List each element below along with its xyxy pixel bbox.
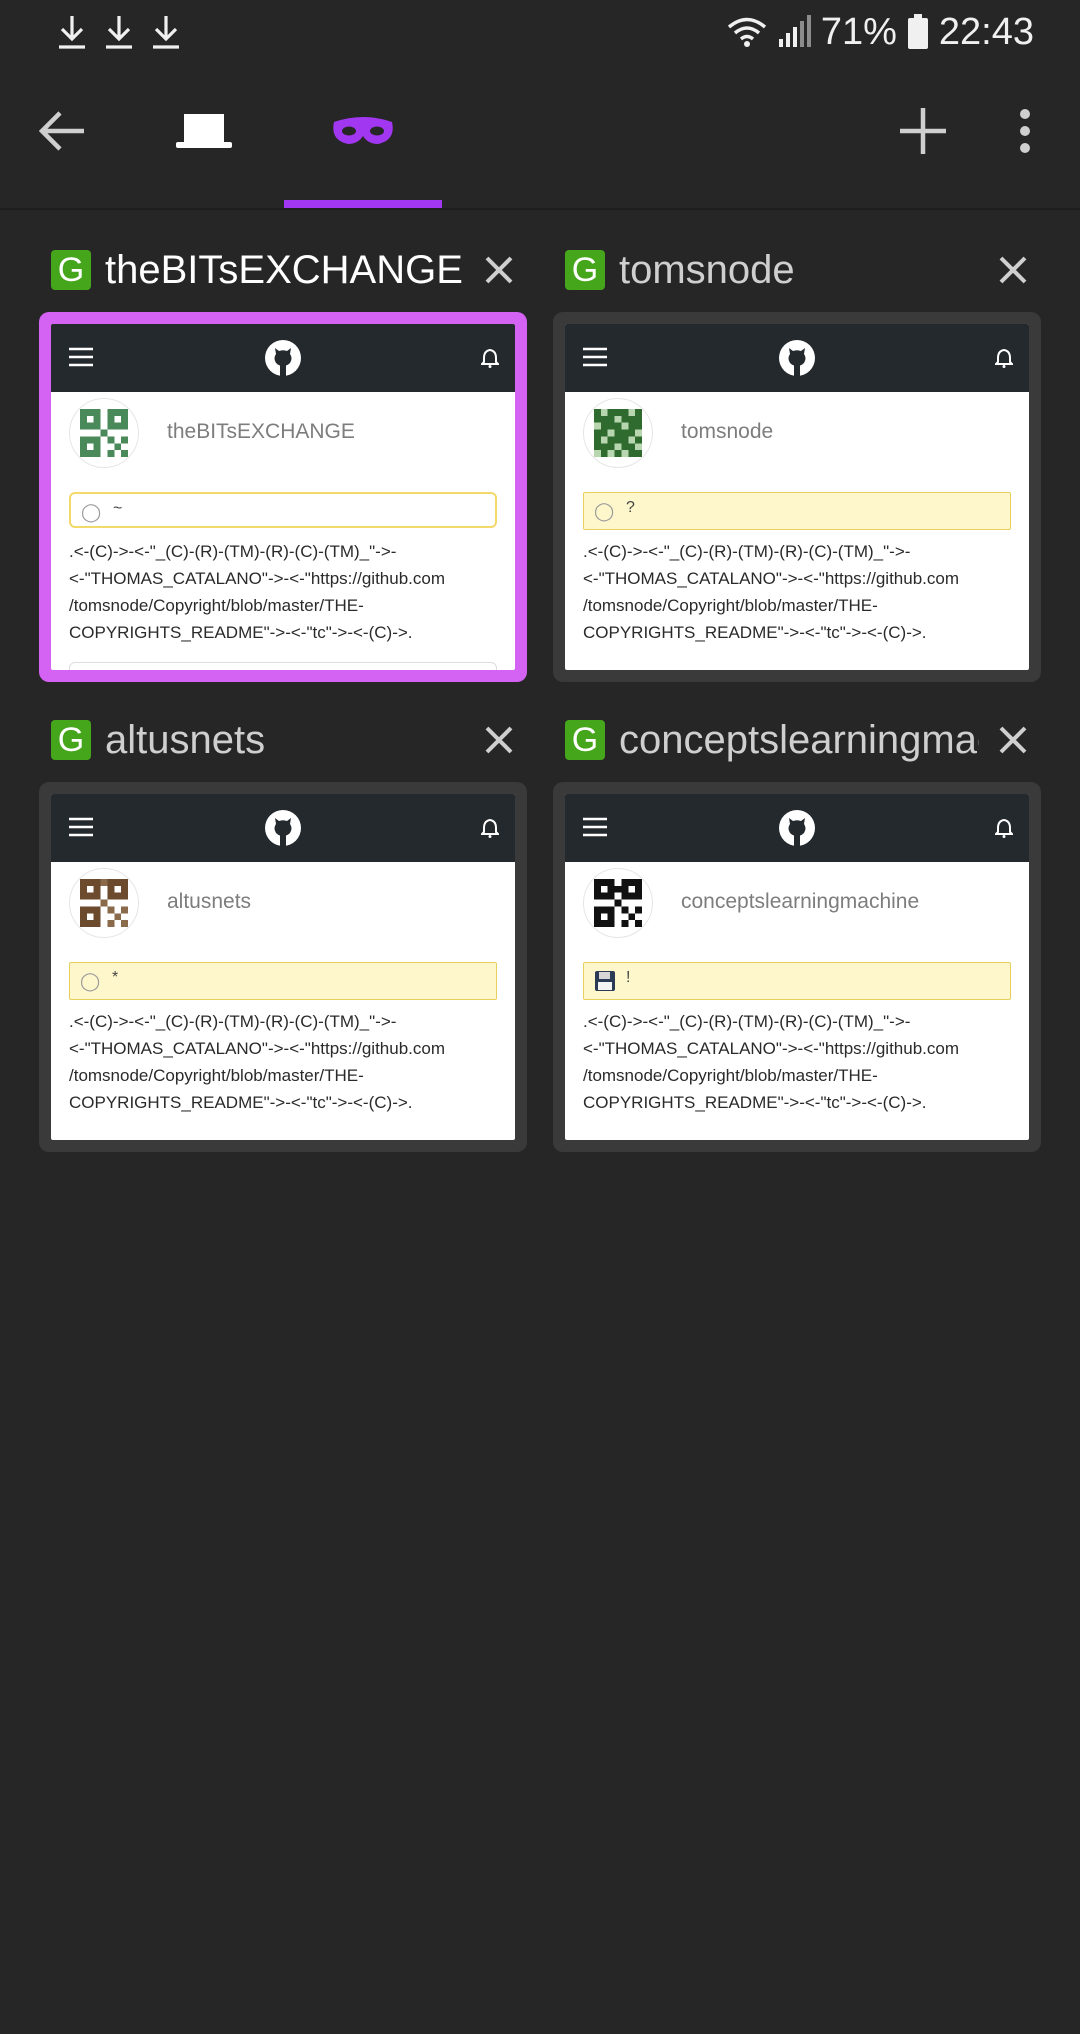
- profile-username: tomsnode: [681, 420, 774, 443]
- user-status-box: ◯ *: [69, 962, 497, 1000]
- qr-avatar-icon: [80, 409, 128, 457]
- profile-username: conceptslearningmachine: [681, 890, 920, 913]
- github-header: [565, 794, 1029, 862]
- tab-card-header: G conceptslearningmachine: [553, 700, 1041, 772]
- download-icon: [106, 16, 132, 49]
- back-button[interactable]: [30, 98, 96, 164]
- normal-tabs-button[interactable]: [164, 98, 244, 164]
- profile-bio: .<-(C)->-<-"_(C)-(R)-(TM)-(R)-(C)-(TM)_"…: [69, 1012, 446, 1112]
- github-logo-icon: [779, 810, 815, 846]
- hamburger-menu-icon: [69, 817, 93, 837]
- cell-signal-icon: [778, 15, 811, 47]
- private-tabs-mask-icon: [333, 117, 393, 144]
- favicon: G: [51, 250, 91, 290]
- wifi-icon: [727, 17, 766, 47]
- overflow-menu-button[interactable]: [1000, 98, 1050, 164]
- tab-thumbnail: conceptslearningmachine ! .<-(C)->-<-"_(…: [565, 794, 1029, 1140]
- tab-title: theBITsEXCHANGE: [105, 248, 463, 292]
- github-logo-icon: [265, 810, 301, 846]
- user-status-box: !: [583, 962, 1011, 1000]
- new-tab-plus-icon: [900, 108, 946, 154]
- qr-avatar-icon: [594, 879, 642, 927]
- close-tab-button[interactable]: [477, 718, 521, 762]
- notification-bell-icon: [481, 348, 499, 368]
- profile-username: theBITsEXCHANGE: [167, 420, 355, 443]
- status-text: ~: [113, 500, 123, 517]
- status-text: ?: [626, 499, 635, 516]
- favicon: G: [565, 250, 605, 290]
- hamburger-menu-icon: [69, 347, 93, 367]
- tab-card[interactable]: G altusnets altusnets ◯ * .<-(C)->-<-"_(…: [39, 700, 527, 1170]
- close-icon: [485, 726, 513, 754]
- avatar: [69, 868, 139, 938]
- close-tab-button[interactable]: [477, 248, 521, 292]
- status-emoji-icon: ◯: [594, 501, 615, 521]
- tab-thumbnail: theBITsEXCHANGE ◯ ~ .<-(C)->-<-"_(C)-(R)…: [51, 324, 515, 670]
- close-icon: [999, 256, 1027, 284]
- tab-thumbnail-frame[interactable]: theBITsEXCHANGE ◯ ~ .<-(C)->-<-"_(C)-(R)…: [39, 312, 527, 682]
- github-header: [51, 794, 515, 862]
- tab-card[interactable]: G tomsnode tomsnode ◯ ? .<-(C)->-<-"_(C)…: [553, 230, 1041, 700]
- favicon: G: [51, 720, 91, 760]
- profile-bio: .<-(C)->-<-"_(C)-(R)-(TM)-(R)-(C)-(TM)_"…: [69, 542, 446, 642]
- avatar: [583, 868, 653, 938]
- tab-thumbnail-frame[interactable]: tomsnode ◯ ? .<-(C)->-<-"_(C)-(R)-(TM)-(…: [553, 312, 1041, 682]
- battery-percent: 71%: [820, 10, 897, 53]
- qr-avatar-icon: [80, 879, 128, 927]
- tab-title: conceptslearningmachine: [619, 718, 979, 762]
- favicon: G: [565, 720, 605, 760]
- close-icon: [999, 726, 1027, 754]
- notification-bell-icon: [995, 348, 1013, 368]
- download-icon: [153, 16, 179, 49]
- profile-username: altusnets: [167, 890, 252, 913]
- battery-icon: [907, 14, 928, 49]
- github-logo-icon: [779, 340, 815, 376]
- back-arrow-icon: [38, 111, 84, 151]
- new-tab-button[interactable]: [890, 98, 956, 164]
- notification-bell-icon: [481, 818, 499, 838]
- tab-thumbnail: tomsnode ◯ ? .<-(C)->-<-"_(C)-(R)-(TM)-(…: [565, 324, 1029, 670]
- github-logo-icon: [265, 340, 301, 376]
- toolbar-divider: [0, 208, 1080, 210]
- profile-bio: .<-(C)->-<-"_(C)-(R)-(TM)-(R)-(C)-(TM)_"…: [583, 542, 960, 642]
- tab-thumbnail-frame[interactable]: altusnets ◯ * .<-(C)->-<-"_(C)-(R)-(TM)-…: [39, 782, 527, 1152]
- private-tabs-button[interactable]: [312, 98, 414, 164]
- avatar: [583, 398, 653, 468]
- close-icon: [485, 256, 513, 284]
- tab-card-header: G altusnets: [39, 700, 527, 772]
- close-tab-button[interactable]: [991, 718, 1035, 762]
- status-bar: 71% 22:43: [0, 0, 1080, 64]
- avatar: [69, 398, 139, 468]
- status-emoji-icon: ◯: [81, 502, 102, 522]
- user-status-box: ◯ ~: [69, 492, 497, 528]
- overflow-menu-icon: [1020, 109, 1030, 153]
- tab-card-header: G theBITsEXCHANGE: [39, 230, 527, 302]
- download-icon: [59, 16, 85, 49]
- tab-card[interactable]: G conceptslearningmachine conceptslearni…: [553, 700, 1041, 1170]
- floppy-disk-icon: [595, 971, 615, 991]
- status-text: !: [626, 969, 631, 986]
- github-header: [51, 324, 515, 392]
- qr-avatar-icon: [594, 409, 642, 457]
- tab-card-header: G tomsnode: [553, 230, 1041, 302]
- profile-bio: .<-(C)->-<-"_(C)-(R)-(TM)-(R)-(C)-(TM)_"…: [583, 1012, 960, 1112]
- normal-tabs-icon: [176, 114, 232, 148]
- tab-switcher-toolbar: [0, 64, 1080, 208]
- close-tab-button[interactable]: [991, 248, 1035, 292]
- status-text: *: [112, 969, 119, 986]
- hamburger-menu-icon: [583, 347, 607, 367]
- clock: 22:43: [938, 10, 1034, 53]
- notification-bell-icon: [995, 818, 1013, 838]
- tab-card[interactable]: G theBITsEXCHANGE theBITsEXCHANGE ◯ ~ .<…: [39, 230, 527, 700]
- user-status-box: ◯ ?: [583, 492, 1011, 530]
- tab-title: tomsnode: [619, 248, 795, 292]
- tab-thumbnail-frame[interactable]: conceptslearningmachine ! .<-(C)->-<-"_(…: [553, 782, 1041, 1152]
- tab-thumbnail: altusnets ◯ * .<-(C)->-<-"_(C)-(R)-(TM)-…: [51, 794, 515, 1140]
- github-header: [565, 324, 1029, 392]
- status-emoji-icon: ◯: [80, 971, 101, 991]
- hamburger-menu-icon: [583, 817, 607, 837]
- next-box-edge: [69, 662, 497, 670]
- tab-title: altusnets: [105, 718, 266, 762]
